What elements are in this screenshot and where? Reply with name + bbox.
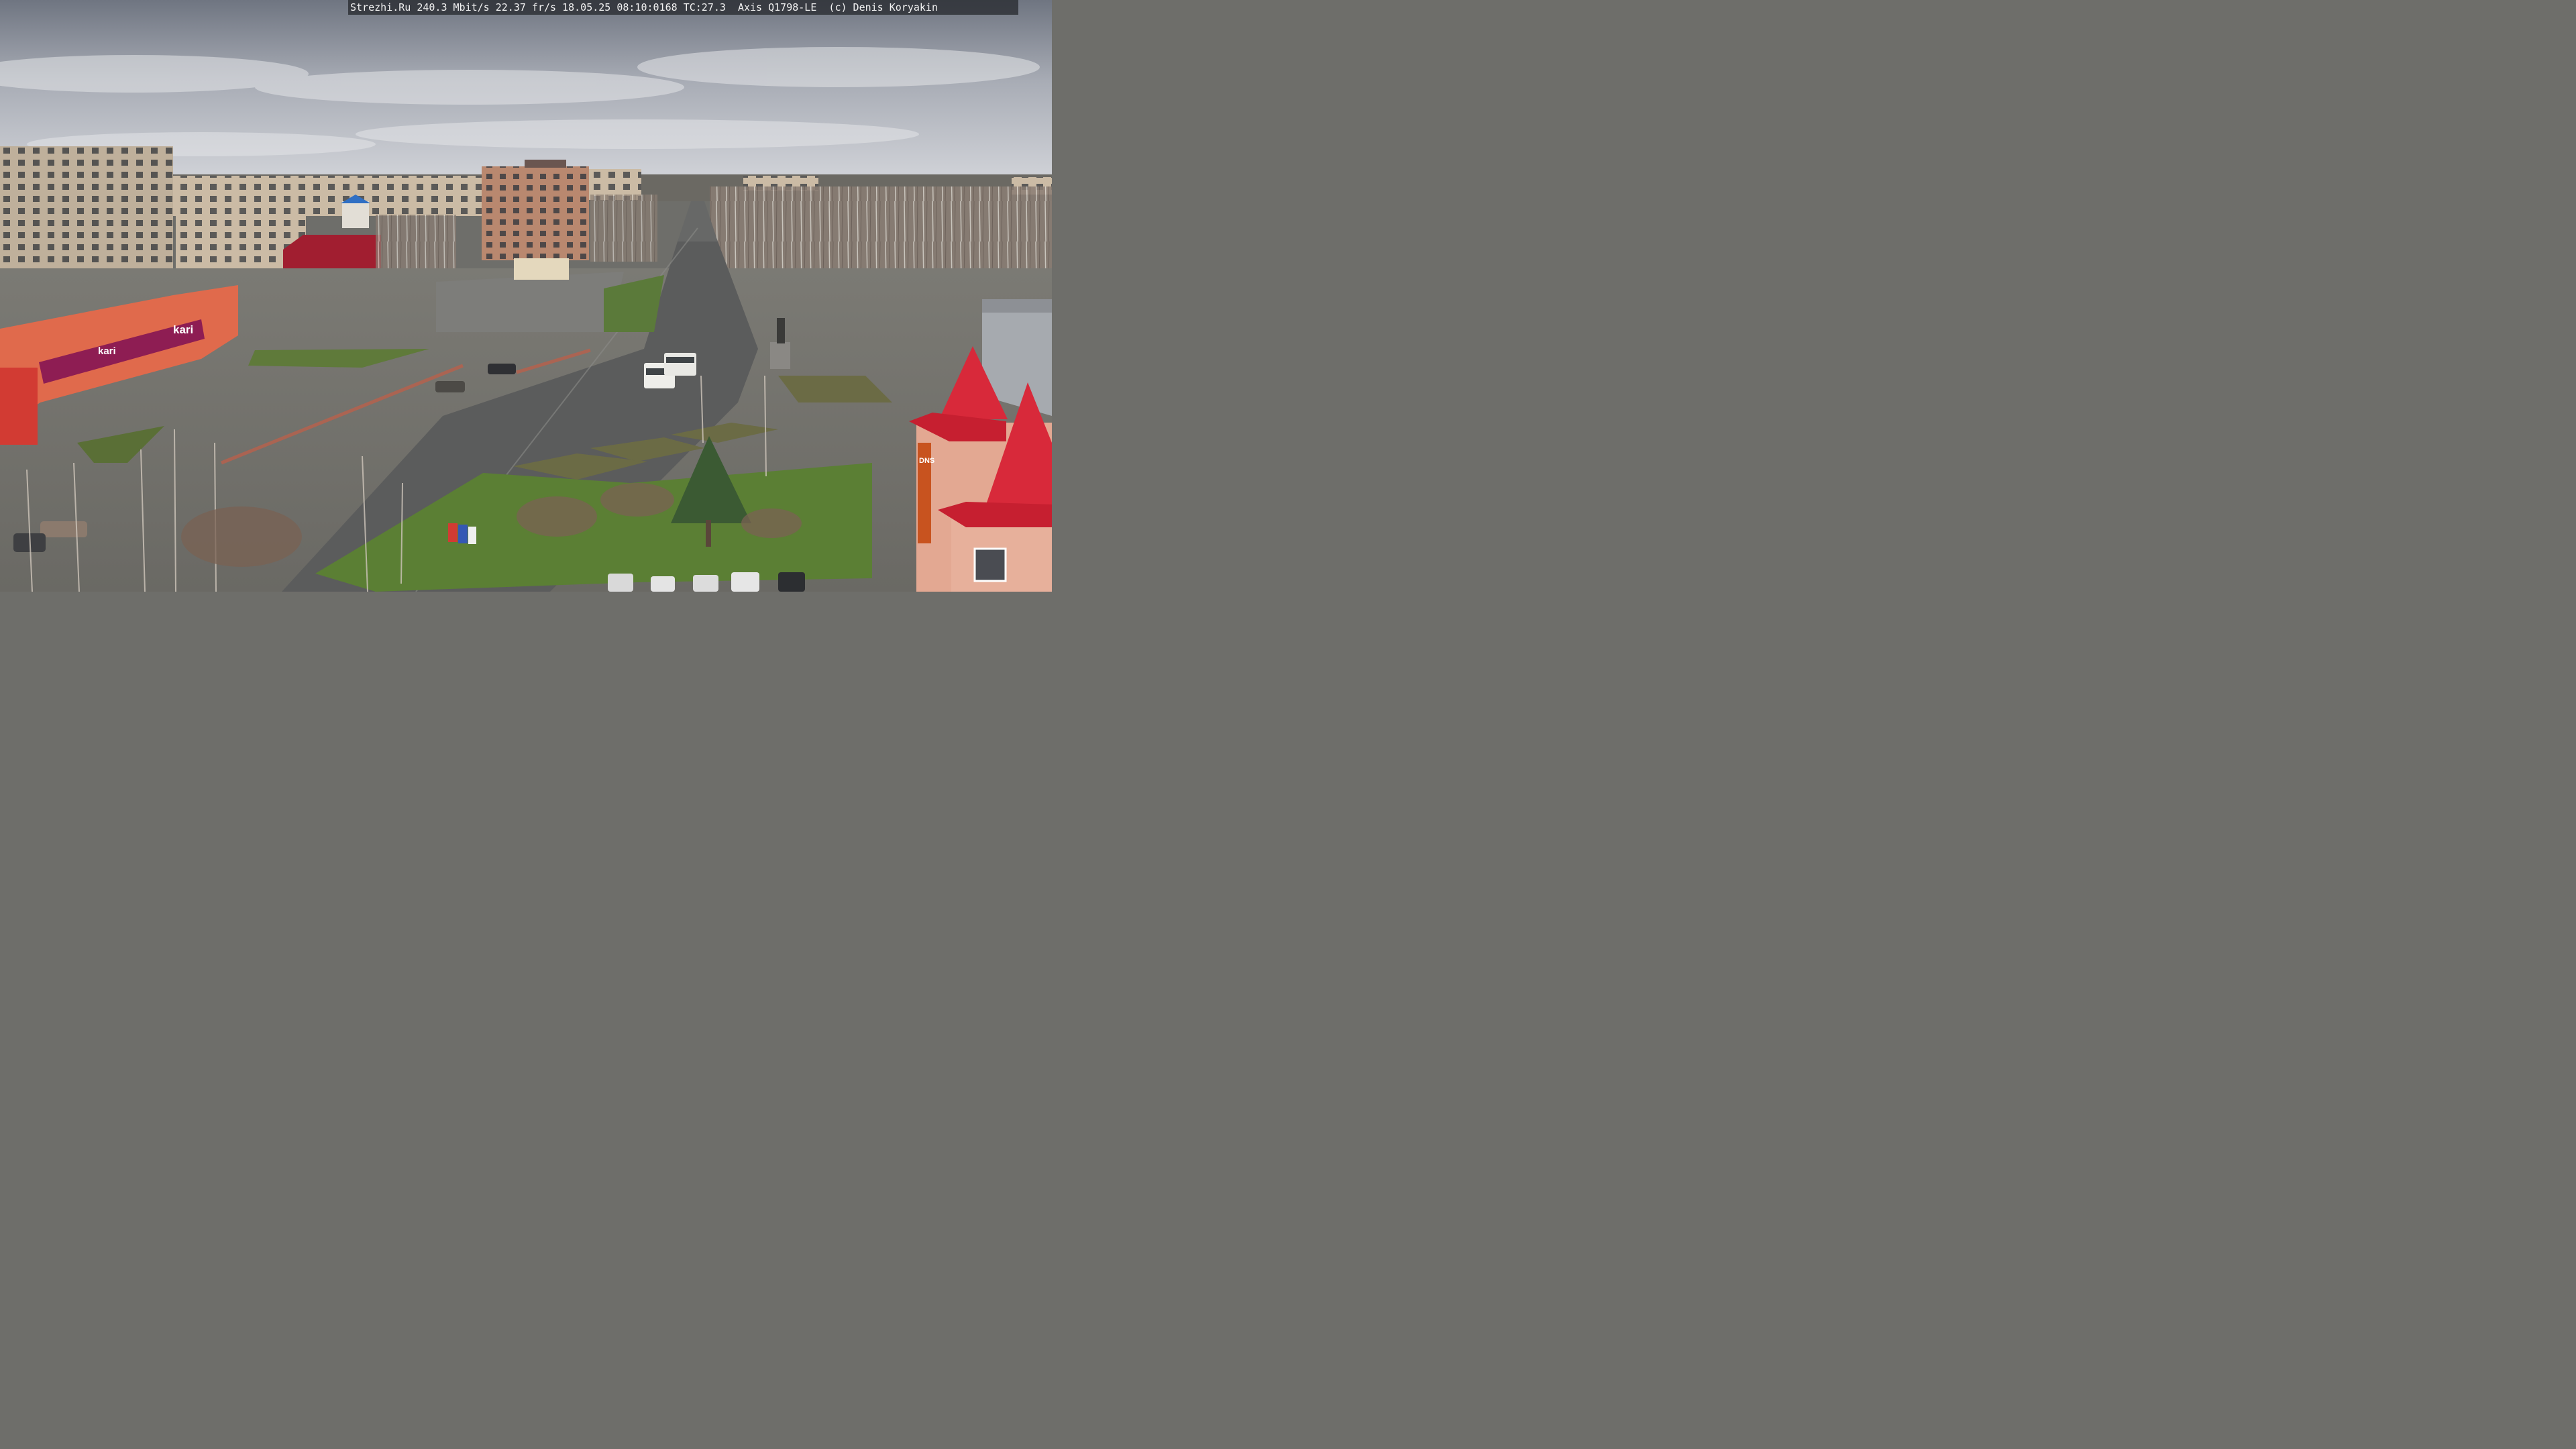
car-1	[488, 364, 516, 374]
car-2	[435, 381, 465, 392]
webcam-scene: kari kari DNS	[0, 0, 1052, 592]
kari-sign-small: kari	[98, 345, 116, 357]
birch-trees-road	[590, 195, 657, 262]
red-roof	[283, 235, 381, 270]
monument-figure	[777, 318, 785, 343]
small-building	[514, 258, 569, 280]
center-tower	[482, 166, 589, 260]
shop-red-block	[0, 368, 38, 445]
blue-roof-tower	[342, 201, 369, 228]
bus-2-window	[666, 357, 694, 363]
spruce-trunk	[706, 520, 711, 547]
pink-building-window	[973, 547, 1007, 582]
tower-roof-equipment	[525, 160, 566, 168]
right-gray-building-roof	[982, 299, 1052, 313]
far-apartment-block	[173, 176, 482, 216]
monument-plinth	[770, 342, 790, 369]
dns-sign: DNS	[919, 457, 934, 465]
parking-lot	[436, 272, 624, 332]
car-3	[40, 521, 87, 537]
camera-overlay-caption: Strezhi.Ru 240.3 Mbit/s 22.37 fr/s 18.05…	[348, 0, 1018, 15]
kari-sign-large: kari	[173, 323, 193, 336]
bus-2	[664, 353, 696, 376]
